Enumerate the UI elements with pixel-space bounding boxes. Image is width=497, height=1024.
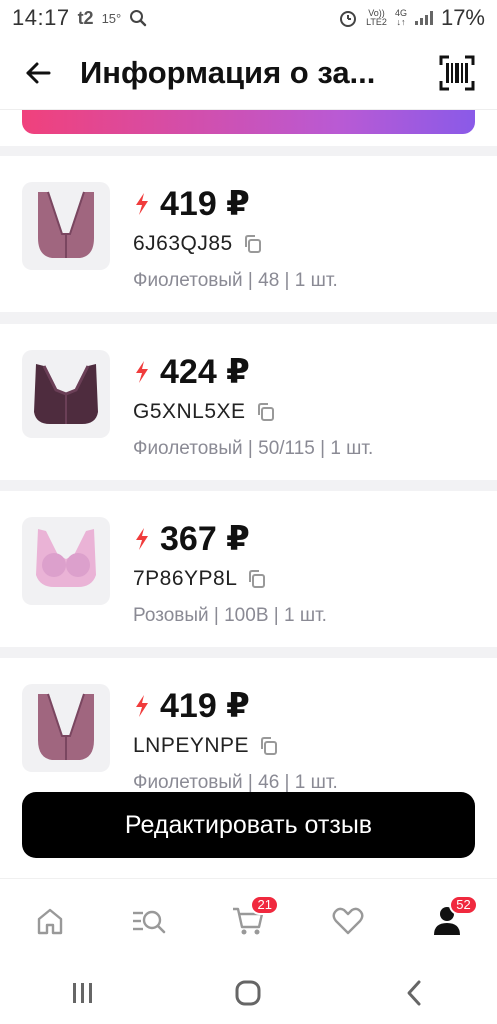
home-circle-icon: [235, 980, 261, 1006]
product-image[interactable]: [22, 350, 110, 438]
barcode-button[interactable]: [437, 53, 477, 93]
barcode-icon: [439, 55, 475, 90]
temperature: 15°: [101, 10, 122, 26]
chevron-left-icon: [407, 980, 421, 1006]
lightning-icon: [136, 193, 148, 215]
copy-icon[interactable]: [243, 234, 263, 254]
item-code: 6J63QJ85: [133, 232, 233, 255]
battery-level: 17%: [440, 5, 485, 30]
back-button[interactable]: [20, 55, 56, 91]
item-code: 7P86YP8L: [133, 567, 238, 590]
arrow-left-icon: [26, 62, 51, 83]
item-price: 424 ₽: [160, 353, 250, 391]
divider: [0, 479, 497, 491]
divider: [0, 312, 497, 324]
search-icon: [130, 10, 147, 27]
lightning-icon: [136, 695, 148, 717]
nav-profile[interactable]: 52: [417, 891, 478, 951]
divider: [0, 146, 497, 156]
item-details: Фиолетовый | 50/115 | 1 шт.: [133, 438, 374, 459]
item-details: Фиолетовый | 46 | 1 шт.: [133, 772, 338, 793]
product-image[interactable]: [22, 684, 110, 772]
nav-home[interactable]: [20, 891, 80, 951]
nav-cart[interactable]: 21: [218, 891, 279, 951]
home-button[interactable]: [218, 968, 278, 1018]
copy-icon[interactable]: [256, 402, 276, 422]
net-type: 4G ↓↑: [394, 8, 407, 27]
catalog-search-icon: [133, 910, 166, 933]
order-item[interactable]: 419 ₽ 6J63QJ85 Фиолетовый | 48 | 1 шт.: [0, 156, 497, 312]
signal-icon: [414, 11, 433, 25]
item-details: Фиолетовый | 48 | 1 шт.: [133, 270, 338, 291]
alarm-icon: [340, 11, 357, 27]
nav-catalog[interactable]: [119, 891, 179, 951]
item-code: LNPEYNPE: [133, 734, 250, 757]
back-system-button[interactable]: [384, 968, 444, 1018]
nav-favorites[interactable]: [318, 891, 378, 951]
item-details: Розовый | 100B | 1 шт.: [133, 605, 327, 626]
item-code: G5XNL5XE: [133, 400, 246, 423]
system-navigation: [0, 962, 497, 1024]
product-image[interactable]: [22, 182, 110, 270]
recent-apps-button[interactable]: [53, 968, 113, 1018]
divider: [0, 646, 497, 658]
product-image[interactable]: [22, 517, 110, 605]
recent-apps-icon: [72, 983, 92, 1003]
item-price: 419 ₽: [160, 185, 250, 223]
heart-icon: [332, 907, 364, 934]
bottom-navigation: 21 52: [0, 878, 497, 962]
order-item[interactable]: 419 ₽ LNPEYNPE Фиолетовый | 46 | 1 шт.: [0, 658, 497, 814]
copy-icon[interactable]: [247, 569, 267, 589]
status-bar: 14:17 t2 15° Vo)) LTE2 4G ↓↑ 17%: [0, 0, 497, 36]
page-title: Информация о за...: [80, 54, 376, 90]
cart-badge: 21: [250, 894, 279, 915]
item-price: 419 ₽: [160, 687, 250, 725]
promo-banner: [22, 110, 475, 134]
network-indicator: Vo)) LTE2: [366, 8, 387, 27]
lightning-icon: [136, 528, 148, 550]
carrier-icon: t2: [77, 7, 94, 28]
home-icon: [37, 908, 62, 934]
order-item[interactable]: 367 ₽ 7P86YP8L Розовый | 100B | 1 шт.: [0, 491, 497, 647]
profile-badge: 52: [449, 894, 478, 915]
app-header: Информация о за...: [0, 36, 497, 110]
lightning-icon: [136, 361, 148, 383]
status-time: 14:17: [12, 5, 70, 30]
edit-review-button[interactable]: Редактировать отзыв: [22, 792, 475, 858]
copy-icon[interactable]: [259, 736, 279, 756]
order-item[interactable]: 424 ₽ G5XNL5XE Фиолетовый | 50/115 | 1 ш…: [0, 324, 497, 480]
item-price: 367 ₽: [160, 520, 250, 558]
